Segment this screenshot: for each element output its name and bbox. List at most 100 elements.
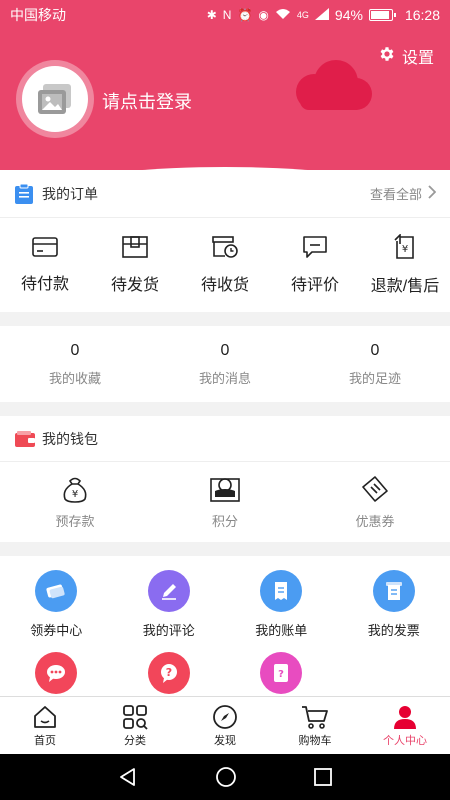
cart-icon bbox=[302, 705, 328, 729]
recents-icon[interactable] bbox=[313, 768, 332, 786]
settings-button[interactable]: 设置 bbox=[378, 44, 434, 68]
alarm-icon: ⏰ bbox=[237, 8, 253, 22]
tab-category[interactable]: 分类 bbox=[90, 697, 180, 754]
wifi-icon bbox=[275, 8, 291, 23]
image-placeholder-icon bbox=[38, 84, 71, 114]
eye-icon: ◉ bbox=[258, 8, 269, 22]
points-icon bbox=[210, 477, 240, 502]
order-label: 退款/售后 bbox=[370, 278, 440, 295]
view-all-label: 查看全部 bbox=[369, 187, 422, 202]
stat-value: 0 bbox=[70, 341, 80, 359]
wallet-label: 积分 bbox=[211, 513, 238, 529]
truck-clock-icon bbox=[212, 236, 238, 258]
tab-label: 首页 bbox=[34, 734, 56, 747]
back-icon[interactable] bbox=[118, 767, 138, 787]
tab-home[interactable]: 首页 bbox=[0, 697, 90, 754]
bottom-tab-bar: 首页 分类 发现 购物车 个人中心 bbox=[0, 696, 450, 754]
signal-icon bbox=[314, 7, 329, 23]
user-icon bbox=[394, 705, 416, 729]
login-prompt[interactable]: 请点击登录 bbox=[102, 88, 192, 114]
service-my-bills[interactable]: 我的账单 bbox=[225, 570, 338, 652]
clock: 16:28 bbox=[404, 7, 440, 23]
service-my-invoices[interactable]: 我的发票 bbox=[338, 570, 450, 652]
svg-text:¥: ¥ bbox=[72, 489, 78, 500]
home-icon bbox=[34, 705, 56, 728]
order-pending-review[interactable]: 待评价 bbox=[270, 218, 360, 312]
order-label: 待发货 bbox=[110, 277, 159, 294]
service-label: 领券中心 bbox=[30, 623, 83, 638]
profile-header: 设置 请点击登录 bbox=[0, 30, 450, 170]
pencil-icon bbox=[147, 570, 190, 612]
services-card: 领券中心 我的评论 我的账单 我的发票 ? ? bbox=[0, 556, 450, 696]
compass-icon bbox=[213, 704, 237, 729]
tab-label: 发现 bbox=[214, 734, 236, 747]
orders-card: 我的订单 查看全部 待付款 待发货 待收货 待评价 ¥ 退款/售后 bbox=[0, 170, 450, 312]
service-label: 我的评论 bbox=[142, 623, 195, 638]
stat-label: 我的足迹 bbox=[348, 370, 401, 386]
service-coupon-center[interactable]: 领券中心 bbox=[0, 570, 113, 652]
comment-icon bbox=[303, 236, 327, 258]
orders-header[interactable]: 我的订单 查看全部 bbox=[0, 170, 450, 218]
bill-icon bbox=[260, 570, 303, 612]
order-pending-payment[interactable]: 待付款 bbox=[0, 218, 90, 312]
order-pending-shipment[interactable]: 待发货 bbox=[90, 218, 180, 312]
box-icon bbox=[122, 236, 148, 258]
stats-card: 0 我的收藏 0 我的消息 0 我的足迹 bbox=[0, 326, 450, 402]
chevron-right-icon bbox=[428, 185, 437, 202]
wallet-deposit[interactable]: ¥ 预存款 bbox=[0, 462, 150, 542]
wallet-card: 我的钱包 ¥ 预存款 积分 优惠券 bbox=[0, 416, 450, 542]
stat-favorites[interactable]: 0 我的收藏 bbox=[0, 326, 150, 402]
wallet-points[interactable]: 积分 bbox=[150, 462, 300, 542]
system-nav-bar bbox=[0, 754, 450, 800]
carrier-name: 中国移动 bbox=[10, 7, 66, 23]
battery-percent: 94% bbox=[334, 7, 363, 23]
category-icon bbox=[123, 704, 148, 730]
stat-messages[interactable]: 0 我的消息 bbox=[150, 326, 300, 402]
money-bag-icon: ¥ bbox=[63, 477, 87, 503]
stat-value: 0 bbox=[220, 341, 230, 359]
service-label: 我的账单 bbox=[255, 623, 308, 638]
order-pending-receipt[interactable]: 待收货 bbox=[180, 218, 270, 312]
wallet-label: 优惠券 bbox=[355, 513, 395, 529]
order-label: 待收货 bbox=[200, 277, 249, 294]
status-bar: 中国移动 ✱ N ⏰ ◉ 4G 94% 16:28 bbox=[0, 0, 450, 30]
wallet-title: 我的钱包 bbox=[42, 430, 98, 447]
tab-cart[interactable]: 购物车 bbox=[270, 697, 360, 754]
home-nav-icon[interactable] bbox=[215, 766, 237, 788]
ticket-icon bbox=[362, 475, 388, 502]
service-label: 我的发票 bbox=[367, 623, 420, 638]
nfc-icon: N bbox=[222, 8, 232, 22]
wallet-coupons[interactable]: 优惠券 bbox=[300, 462, 450, 542]
svg-text:¥: ¥ bbox=[402, 244, 408, 255]
svg-text:?: ? bbox=[278, 669, 284, 680]
help-icon: ? bbox=[147, 652, 190, 694]
avatar[interactable] bbox=[16, 60, 94, 138]
service-my-reviews[interactable]: 我的评论 bbox=[113, 570, 226, 652]
wallet-icon bbox=[15, 430, 35, 447]
refund-icon: ¥ bbox=[394, 234, 414, 259]
wallet-header[interactable]: 我的钱包 bbox=[0, 416, 450, 462]
order-refund[interactable]: ¥ 退款/售后 bbox=[360, 218, 450, 312]
invoice-icon bbox=[372, 570, 415, 612]
orders-title: 我的订单 bbox=[42, 185, 98, 202]
order-label: 待评价 bbox=[290, 277, 339, 294]
battery-icon bbox=[368, 9, 396, 21]
card-icon bbox=[32, 237, 58, 257]
bluetooth-icon: ✱ bbox=[206, 8, 217, 22]
stat-label: 我的消息 bbox=[198, 370, 251, 386]
signal-type-label: 4G bbox=[296, 10, 309, 20]
settings-label: 设置 bbox=[401, 50, 434, 67]
view-all-orders-link[interactable]: 查看全部 bbox=[369, 184, 437, 203]
wallet-label: 预存款 bbox=[55, 513, 95, 529]
svg-text:?: ? bbox=[166, 666, 172, 679]
chat-icon bbox=[35, 652, 78, 694]
cloud-icon bbox=[296, 60, 372, 110]
coupon-center-icon bbox=[35, 570, 78, 612]
stat-footprints[interactable]: 0 我的足迹 bbox=[300, 326, 450, 402]
tab-label: 购物车 bbox=[298, 734, 332, 747]
clipboard-icon bbox=[15, 183, 33, 204]
tab-profile[interactable]: 个人中心 bbox=[360, 697, 450, 754]
gear-icon bbox=[378, 45, 396, 68]
avatar-placeholder bbox=[22, 66, 88, 132]
tab-discover[interactable]: 发现 bbox=[180, 697, 270, 754]
